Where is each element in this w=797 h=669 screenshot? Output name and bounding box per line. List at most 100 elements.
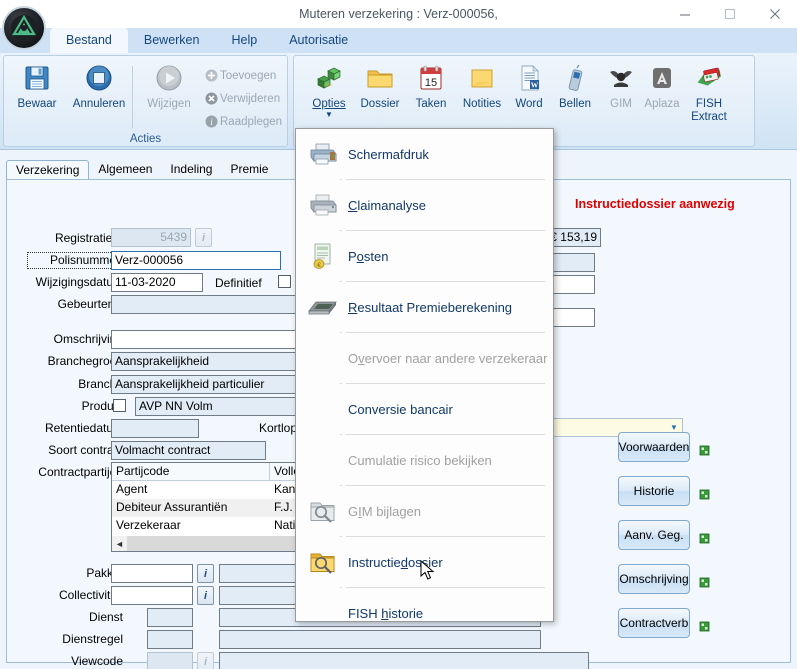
grid-cell-partijcode: Agent xyxy=(116,482,148,496)
menu-item-schermafdruk[interactable]: Schermafdruk xyxy=(296,129,553,179)
side-button-voorwaarden-label: Voorwaarden xyxy=(618,440,690,454)
label-dienst: Dienst xyxy=(88,610,123,624)
checkbox-product[interactable] xyxy=(113,399,126,412)
field-viewcode xyxy=(147,652,193,669)
ribbon-group-acties-title: Acties xyxy=(129,133,162,145)
menu-item-overvoer-label: Overvoer naar andere verzekeraar xyxy=(348,350,548,366)
field-wijzigingsdatum[interactable]: 11-03-2020 xyxy=(111,273,203,292)
no-icon-placeholder xyxy=(304,392,342,426)
menu-item-conversie-bancair[interactable]: Conversie bancair xyxy=(296,384,553,434)
menu-tab-autorisatie[interactable]: Autorisatie xyxy=(273,28,364,53)
label-registratienr: Registratienr xyxy=(54,231,123,245)
menu-item-gim-bijlagen-label: GIM bijlagen xyxy=(348,503,422,519)
word-document-icon: W xyxy=(514,61,544,95)
field-soort-contract: Volmacht contract xyxy=(111,441,266,460)
green-grid-icon xyxy=(699,489,710,500)
ribbon-button-bewaar[interactable]: Bewaar xyxy=(6,61,68,127)
menu-item-gim-bijlagen[interactable]: GIM bijlagen xyxy=(296,486,553,536)
opties-dropdown-menu[interactable]: Schermafdruk Claimanalyse € Posten Resul… xyxy=(295,128,554,622)
menu-item-cumulatie-risico-bekijken[interactable]: Cumulatie risico bekijken xyxy=(296,435,553,485)
calendar-15-icon: 15 xyxy=(416,61,446,95)
label-omschrijving: Omschrijving xyxy=(53,332,123,346)
ribbon-separator xyxy=(132,66,133,128)
side-button-aanv-geg-label: Aanv. Geg. xyxy=(624,528,684,542)
menu-item-resultaat-premieberekening[interactable]: Resultaat Premieberekening xyxy=(296,282,553,332)
checkbox-definitief[interactable] xyxy=(278,275,291,288)
menu-item-overvoer-naar-andere-verzekeraar[interactable]: Overvoer naar andere verzekeraar xyxy=(296,333,553,383)
ribbon-group-acties: Bewaar Annuleren Wijzigen Toevoegen Verw… xyxy=(3,55,288,147)
side-button-contractverb[interactable]: Contractverb xyxy=(618,608,690,638)
ribbon-button-raadplegen[interactable]: i Raadplegen xyxy=(202,111,282,132)
grid-header-partijcode: Partijcode xyxy=(112,463,270,480)
window-controls xyxy=(662,0,797,28)
mobile-phone-icon xyxy=(560,61,590,95)
info-button-pakket[interactable]: i xyxy=(197,564,214,583)
field-retentiedatum xyxy=(111,419,199,438)
ribbon-button-wijzigen-label: Wijzigen xyxy=(147,98,191,110)
label-wijzigingsdatum: Wijzigingsdatum xyxy=(35,275,123,289)
chevron-left-icon[interactable]: ◄ xyxy=(112,536,127,551)
grid-cell-partijcode: Verzekeraar xyxy=(116,518,181,532)
menu-item-posten-label: Posten xyxy=(348,248,389,264)
svg-text:15: 15 xyxy=(425,77,437,89)
info-button-collectiviteit[interactable]: i xyxy=(197,586,214,605)
field-dienstregel xyxy=(147,630,193,649)
field-collectiviteit[interactable] xyxy=(111,586,193,605)
ribbon-button-toevoegen[interactable]: Toevoegen xyxy=(202,65,276,86)
side-button-omschrijving[interactable]: Omschrijving xyxy=(618,564,690,594)
ribbon-button-wijzigen[interactable]: Wijzigen xyxy=(138,61,200,127)
menu-tab-bestand[interactable]: Bestand xyxy=(50,28,128,53)
ribbon-button-word-label: Word xyxy=(515,98,543,110)
menu-item-fish-historie[interactable]: FISH historie xyxy=(296,588,553,638)
svg-text:W: W xyxy=(531,81,539,90)
svg-text:€: € xyxy=(317,262,321,269)
label-contractpartijen: Contractpartijen xyxy=(38,465,123,479)
menu-tab-help[interactable]: Help xyxy=(215,28,273,53)
save-disk-icon xyxy=(22,61,52,95)
ribbon-button-verwijderen[interactable]: Verwijderen xyxy=(202,88,280,109)
ribbon-button-verwijderen-label: Verwijderen xyxy=(220,92,281,105)
folder-search-yellow-icon xyxy=(304,545,342,579)
minimize-icon[interactable] xyxy=(662,0,707,28)
label-product: Product xyxy=(81,399,123,413)
no-icon-placeholder xyxy=(304,341,342,375)
info-button-viewcode[interactable]: i xyxy=(197,652,214,669)
ribbon-button-notities-label: Notities xyxy=(462,98,502,110)
side-button-historie[interactable]: Historie xyxy=(618,476,690,506)
calculator-icon xyxy=(304,290,342,324)
panel-tab-verzekering[interactable]: Verzekering xyxy=(6,160,90,180)
ribbon-button-annuleren[interactable]: Annuleren xyxy=(68,61,130,127)
info-circle-icon: i xyxy=(202,115,220,128)
close-icon[interactable] xyxy=(752,0,797,28)
instructiedossier-banner: Instructiedossier aanwezig xyxy=(575,197,735,211)
panel-tab-premie[interactable]: Premie xyxy=(221,160,277,180)
menu-item-posten[interactable]: € Posten xyxy=(296,231,553,281)
sticky-note-icon xyxy=(467,61,497,95)
ribbon-button-fish-extract[interactable]: FISH Extract xyxy=(678,61,740,141)
maximize-icon[interactable] xyxy=(707,0,752,28)
side-button-aanv-geg[interactable]: Aanv. Geg. xyxy=(618,520,690,550)
fish-extract-icon xyxy=(694,61,724,95)
label-viewcode: Viewcode xyxy=(71,654,123,668)
invoice-money-icon: € xyxy=(304,239,342,273)
ribbon-button-taken-label: Taken xyxy=(415,98,447,110)
menu-tab-bewerken[interactable]: Bewerken xyxy=(128,28,216,53)
label-collectiviteit: Collectiviteit xyxy=(58,588,123,602)
panel-tab-algemeen[interactable]: Algemeen xyxy=(89,160,161,180)
field-polisnummer[interactable]: Verz-000056 xyxy=(111,251,281,270)
printer-gray-icon xyxy=(304,188,342,222)
field-pakket[interactable] xyxy=(111,564,193,583)
ribbon-button-fish-extract-label: FISH Extract xyxy=(691,98,727,123)
menu-item-claimanalyse[interactable]: Claimanalyse xyxy=(296,180,553,230)
label-soort-contract: Soort contract xyxy=(48,443,123,457)
panel-tab-indeling[interactable]: Indeling xyxy=(161,160,221,180)
info-button-registratienr[interactable]: i xyxy=(195,228,212,247)
side-button-historie-label: Historie xyxy=(633,484,675,498)
chevron-down-icon[interactable]: ▼ xyxy=(325,111,333,119)
menu-tab-bar: Bestand Bewerken Help Autorisatie xyxy=(0,6,797,53)
field-viewcode-description xyxy=(219,652,589,669)
field-registratienr: 5439 xyxy=(111,228,191,247)
ribbon-button-dossier-label: Dossier xyxy=(360,98,400,110)
side-button-voorwaarden[interactable]: Voorwaarden xyxy=(618,432,690,462)
application-window: Muteren verzekering : Verz-000056, Besta xyxy=(0,0,797,669)
